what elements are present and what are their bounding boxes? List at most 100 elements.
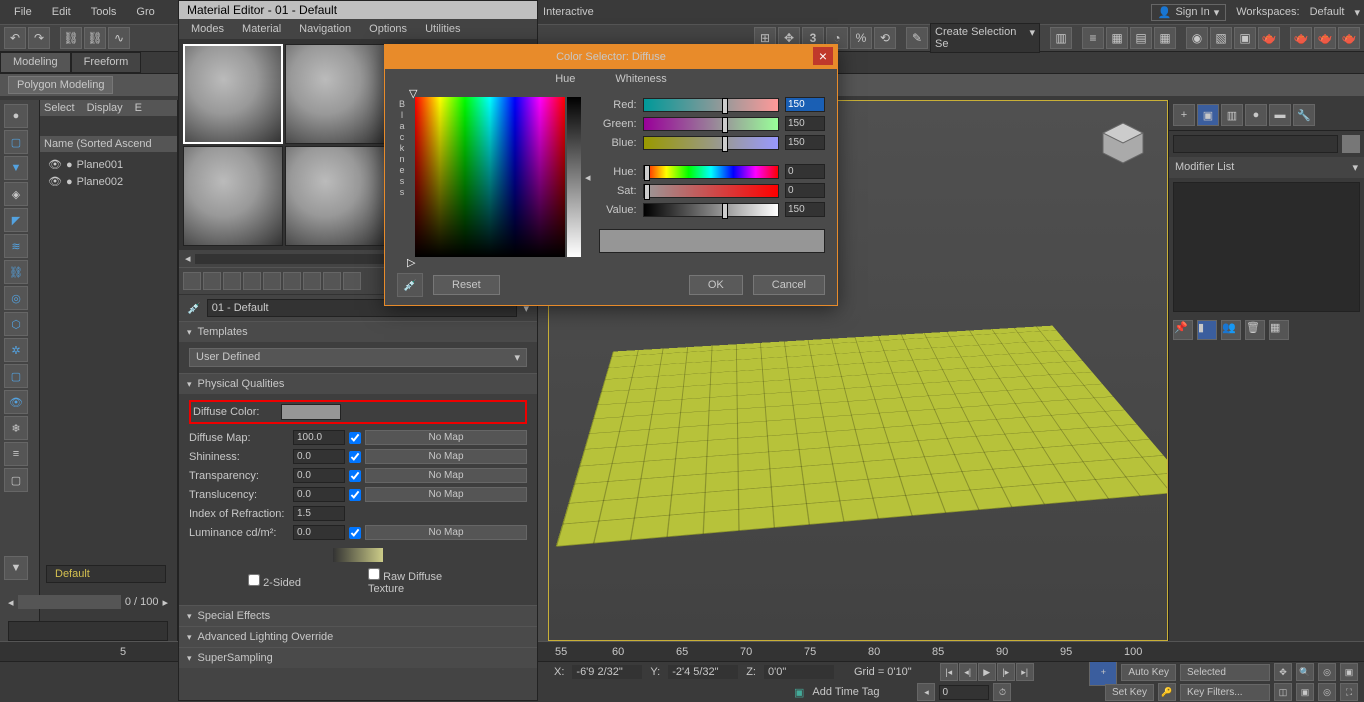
render-iterative-button[interactable]: 🫖 bbox=[1338, 27, 1360, 49]
material-editor-button[interactable]: ◉ bbox=[1186, 27, 1208, 49]
show-result-button[interactable]: ▮ bbox=[1197, 320, 1217, 340]
color-preview-swatch[interactable] bbox=[599, 229, 825, 253]
red-slider[interactable] bbox=[643, 98, 779, 112]
remove-modifier-button[interactable]: 🗑 bbox=[1245, 320, 1265, 340]
luminance-spinner[interactable] bbox=[293, 525, 345, 540]
sat-input[interactable] bbox=[785, 183, 825, 198]
me-reset-button[interactable] bbox=[243, 272, 261, 290]
auto-key-button[interactable]: Auto Key bbox=[1121, 664, 1176, 681]
material-slot-4[interactable] bbox=[183, 146, 283, 246]
template-dropdown[interactable]: User Defined ▾ bbox=[189, 348, 527, 367]
undo-button[interactable]: ↶ bbox=[4, 27, 26, 49]
se-eye-icon[interactable]: 👁 bbox=[4, 390, 28, 414]
nav-button-5[interactable]: ◫ bbox=[1274, 683, 1292, 701]
subtab-polygon-modeling[interactable]: Polygon Modeling bbox=[8, 76, 113, 94]
cp-modify-tab[interactable]: ▣ bbox=[1197, 104, 1219, 126]
configure-sets-button[interactable]: ▦ bbox=[1269, 320, 1289, 340]
eyedropper-icon[interactable]: 💉 bbox=[187, 302, 201, 315]
shininess-spinner[interactable] bbox=[293, 449, 345, 464]
shininess-check[interactable] bbox=[349, 451, 361, 463]
z-coord-field[interactable]: 0'0" bbox=[764, 665, 834, 679]
spinner-snap-button[interactable]: ⟲ bbox=[874, 27, 896, 49]
value-input[interactable] bbox=[785, 202, 825, 217]
se-filter-icon[interactable]: ▼ bbox=[4, 556, 28, 580]
named-selection-dropdown[interactable]: Create Selection Se▾ bbox=[930, 23, 1040, 53]
nav-button-7[interactable]: ◎ bbox=[1318, 683, 1336, 701]
frame-slider[interactable] bbox=[18, 595, 121, 609]
close-button[interactable]: × bbox=[813, 47, 833, 65]
prev-key-button[interactable]: ◂ bbox=[917, 683, 935, 701]
color-selector-title-bar[interactable]: Color Selector: Diffuse × bbox=[385, 45, 837, 69]
value-slider[interactable] bbox=[643, 203, 779, 217]
me-get-material-button[interactable] bbox=[183, 272, 201, 290]
scene-item-plane002[interactable]: 👁● Plane002 bbox=[44, 173, 173, 190]
mirror-button[interactable]: ▥ bbox=[1050, 27, 1072, 49]
curve-editor-button[interactable]: ▤ bbox=[1130, 27, 1152, 49]
whiteness-slider[interactable] bbox=[567, 97, 581, 257]
diffuse-map-spinner[interactable] bbox=[293, 430, 345, 445]
cp-display-tab[interactable]: ▬ bbox=[1269, 104, 1291, 126]
reset-button[interactable]: Reset bbox=[433, 275, 500, 295]
chevron-down-icon[interactable]: ▾ bbox=[1354, 6, 1360, 19]
rollout-physical-header[interactable]: Physical Qualities bbox=[179, 374, 537, 394]
menu-edit[interactable]: Edit bbox=[42, 2, 81, 22]
me-options-button[interactable] bbox=[303, 272, 321, 290]
link-button[interactable]: ⛓ bbox=[60, 27, 82, 49]
prev-frame-button[interactable]: ◂| bbox=[959, 663, 977, 681]
se-gear-icon[interactable]: ✲ bbox=[4, 338, 28, 362]
object-name-field[interactable] bbox=[1173, 135, 1338, 153]
nav-button-8[interactable]: ⛶ bbox=[1340, 683, 1358, 701]
blue-slider[interactable] bbox=[643, 136, 779, 150]
luminance-slider[interactable] bbox=[333, 548, 383, 562]
me-select-button[interactable] bbox=[343, 272, 361, 290]
se-waves-icon[interactable]: ≋ bbox=[4, 234, 28, 258]
bind-button[interactable]: ∿ bbox=[108, 27, 130, 49]
ok-button[interactable]: OK bbox=[689, 275, 743, 295]
se-tab-display[interactable]: Display bbox=[87, 102, 123, 114]
hue-input[interactable] bbox=[785, 164, 825, 179]
me-menu-material[interactable]: Material bbox=[234, 21, 289, 37]
nav-orbit-button[interactable]: ◎ bbox=[1318, 663, 1336, 681]
prev-frame-icon[interactable]: ◂ bbox=[8, 596, 14, 609]
material-slot-5[interactable] bbox=[285, 146, 385, 246]
rollout-templates-header[interactable]: Templates bbox=[179, 322, 537, 342]
se-list-icon[interactable]: ≡ bbox=[4, 442, 28, 466]
scene-item-plane001[interactable]: 👁● Plane001 bbox=[44, 156, 173, 173]
raw-diffuse-check[interactable] bbox=[368, 568, 380, 580]
se-sphere-icon[interactable]: ● bbox=[4, 104, 28, 128]
key-filters-dropdown[interactable]: Selected bbox=[1180, 664, 1270, 681]
cp-hierarchy-tab[interactable]: ▥ bbox=[1221, 104, 1243, 126]
diffuse-map-button[interactable]: No Map bbox=[365, 430, 527, 445]
viewcube[interactable] bbox=[1093, 115, 1153, 175]
nav-zoom-button[interactable]: 🔍 bbox=[1296, 663, 1314, 681]
se-cone-icon[interactable]: ▼ bbox=[4, 156, 28, 180]
cp-motion-tab[interactable]: ● bbox=[1245, 104, 1267, 126]
hue-slider[interactable] bbox=[643, 165, 779, 179]
menu-group[interactable]: Gro bbox=[126, 2, 164, 22]
translucency-map-button[interactable]: No Map bbox=[365, 487, 527, 502]
material-slot-1[interactable] bbox=[183, 44, 283, 144]
nav-pan-button[interactable]: ✥ bbox=[1274, 663, 1292, 681]
menu-file[interactable]: File bbox=[4, 2, 42, 22]
luminance-map-button[interactable]: No Map bbox=[365, 525, 527, 540]
material-slot-2[interactable] bbox=[285, 44, 385, 144]
key-mode-button[interactable]: + bbox=[1089, 658, 1117, 686]
se-chain-icon[interactable]: ⛓ bbox=[4, 260, 28, 284]
tab-freeform[interactable]: Freeform bbox=[71, 52, 142, 73]
make-unique-button[interactable]: 👥 bbox=[1221, 320, 1241, 340]
unlink-button[interactable]: ⛓ bbox=[84, 27, 106, 49]
render-button[interactable]: 🫖 bbox=[1258, 27, 1280, 49]
se-ruler-icon[interactable]: ◤ bbox=[4, 208, 28, 232]
schematic-button[interactable]: ▦ bbox=[1154, 27, 1176, 49]
cp-utilities-tab[interactable]: 🔧 bbox=[1293, 104, 1315, 126]
me-menu-modes[interactable]: Modes bbox=[183, 21, 232, 37]
object-color-swatch[interactable] bbox=[1342, 135, 1360, 153]
green-slider[interactable] bbox=[643, 117, 779, 131]
rollout-advanced-lighting-header[interactable]: Advanced Lighting Override bbox=[179, 627, 537, 647]
sat-slider[interactable] bbox=[643, 184, 779, 198]
se-box-icon[interactable]: ▢ bbox=[4, 130, 28, 154]
transparency-spinner[interactable] bbox=[293, 468, 345, 483]
render-frame-button[interactable]: ▣ bbox=[1234, 27, 1256, 49]
hue-saturation-field[interactable]: ▽ ▷ bbox=[415, 97, 565, 257]
current-frame-input[interactable] bbox=[939, 685, 989, 700]
